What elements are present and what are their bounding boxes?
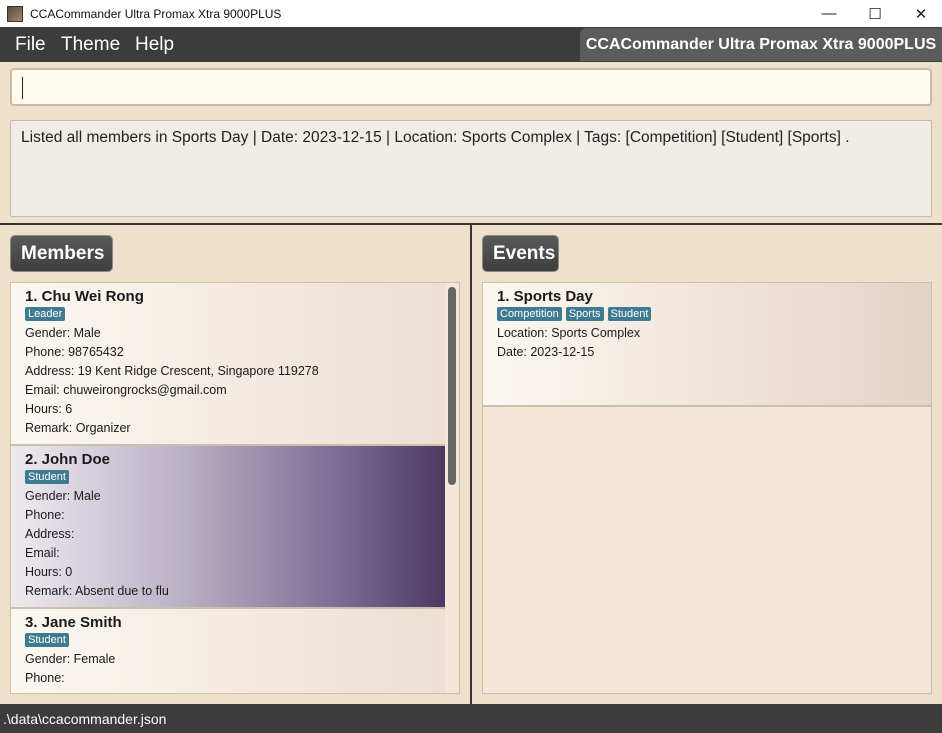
event-tag: Student [607, 307, 652, 321]
member-hours: Hours: 0 [25, 565, 73, 579]
event-card[interactable]: 1. Sports Day Competition Sports Student… [483, 283, 931, 407]
members-panel-title: Members [10, 235, 113, 272]
member-email: Email: chuweirongrocks@gmail.com [25, 383, 227, 397]
status-bar: .\data\ccacommander.json [0, 704, 942, 733]
result-display: Listed all members in Sports Day | Date:… [10, 120, 932, 217]
member-tags: Student [25, 470, 431, 484]
member-gender: Gender: Male [25, 489, 101, 503]
data-file-path: .\data\ccacommander.json [3, 711, 167, 727]
event-tag: Sports [565, 307, 604, 321]
text-caret [22, 77, 23, 99]
member-tag: Student [25, 470, 69, 484]
event-location: Location: Sports Complex [497, 326, 641, 340]
command-input[interactable] [10, 68, 932, 106]
member-card[interactable]: 3. Jane Smith Student Gender: Female Pho… [11, 609, 445, 693]
members-list[interactable]: 1. Chu Wei Rong Leader Gender: Male Phon… [10, 282, 460, 694]
member-card-selected[interactable]: 2. John Doe Student Gender: Male Phone: … [11, 446, 445, 609]
minimize-icon: — [821, 5, 837, 22]
member-hours: Hours: 6 [25, 402, 73, 416]
member-phone: Phone: [25, 508, 65, 522]
member-name: 3. Jane Smith [25, 614, 122, 631]
panel-splitter[interactable] [470, 225, 472, 704]
window-title: CCACommander Ultra Promax Xtra 9000PLUS [30, 6, 282, 21]
member-tags: Student [25, 633, 431, 647]
event-tags: Competition Sports Student [497, 307, 917, 321]
member-phone: Phone: [25, 671, 65, 685]
app-name-badge: CCACommander Ultra Promax Xtra 9000PLUS [580, 28, 942, 61]
member-name: 2. John Doe [25, 451, 111, 468]
event-tag: Competition [497, 307, 562, 321]
result-text: Listed all members in Sports Day | Date:… [21, 129, 850, 146]
member-gender: Gender: Male [25, 326, 101, 340]
member-gender: Gender: Female [25, 652, 116, 666]
member-remark: Remark: Absent due to flu [25, 584, 169, 598]
maximize-icon: ☐ [868, 5, 882, 23]
member-address: Address: [25, 527, 75, 541]
member-name: 1. Chu Wei Rong [25, 288, 144, 305]
maximize-button[interactable]: ☐ [852, 0, 898, 27]
member-tag: Student [25, 633, 69, 647]
members-scrollbar[interactable] [448, 287, 456, 485]
event-name: 1. Sports Day [497, 288, 593, 305]
events-list[interactable]: 1. Sports Day Competition Sports Student… [482, 282, 932, 694]
member-remark: Remark: Organizer [25, 421, 131, 435]
menu-help[interactable]: Help [135, 34, 174, 56]
close-icon: ✕ [914, 5, 928, 23]
member-phone: Phone: 98765432 [25, 345, 124, 359]
event-date: Date: 2023-12-15 [497, 345, 595, 359]
window-titlebar: CCACommander Ultra Promax Xtra 9000PLUS … [0, 0, 942, 27]
member-email: Email: [25, 546, 60, 560]
menu-file[interactable]: File [15, 34, 46, 56]
events-panel-title: Events [482, 235, 559, 272]
close-button[interactable]: ✕ [898, 0, 942, 27]
app-icon [7, 5, 23, 22]
menu-theme[interactable]: Theme [61, 34, 120, 56]
member-card[interactable]: 1. Chu Wei Rong Leader Gender: Male Phon… [11, 283, 445, 446]
minimize-button[interactable]: — [806, 0, 852, 27]
member-tags: Leader [25, 307, 431, 321]
member-address: Address: 19 Kent Ridge Crescent, Singapo… [25, 364, 319, 378]
member-tag: Leader [25, 307, 66, 321]
